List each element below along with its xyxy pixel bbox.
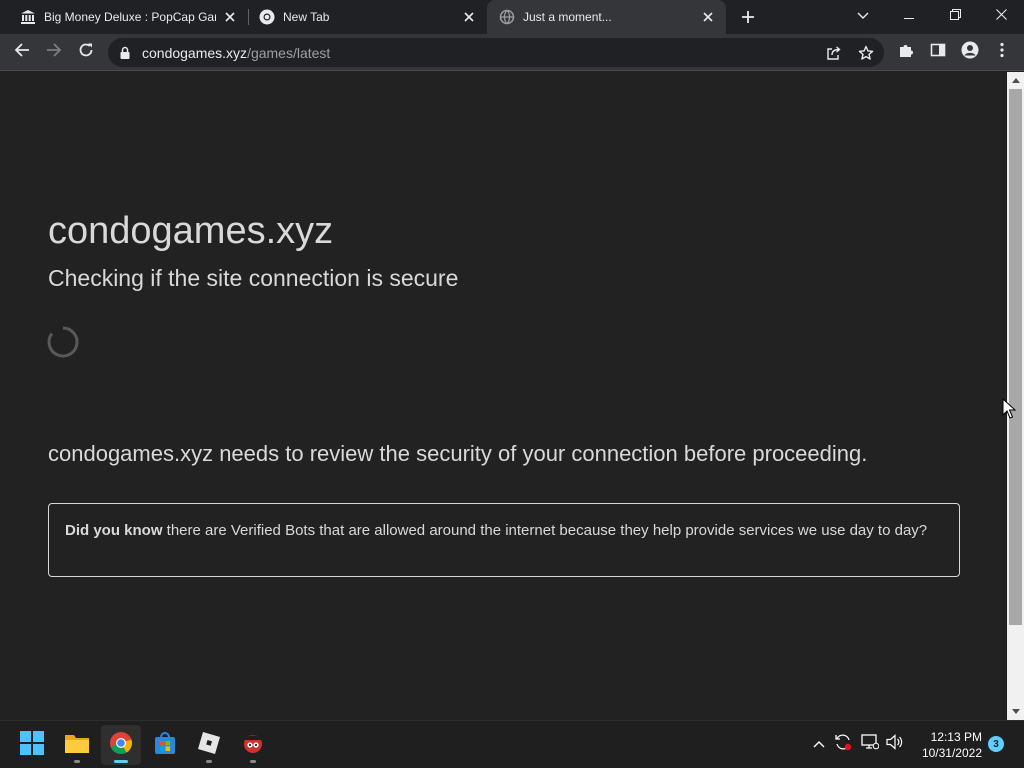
sync-status-button[interactable] bbox=[832, 733, 854, 755]
sync-alert-icon bbox=[834, 733, 852, 756]
tab-strip: Big Money Deluxe : PopCap Gam New Tab Ju… bbox=[0, 0, 1024, 34]
globe-icon bbox=[499, 9, 515, 25]
chrome-icon bbox=[109, 731, 133, 760]
extensions-button[interactable] bbox=[892, 38, 920, 66]
minimize-button[interactable] bbox=[886, 0, 932, 32]
microsoft-store-icon bbox=[153, 731, 177, 760]
reload-button[interactable] bbox=[72, 38, 100, 66]
restore-icon bbox=[949, 7, 961, 25]
scrollbar-thumb[interactable] bbox=[1009, 89, 1022, 625]
address-bar[interactable]: condogames.xyz/games/latest bbox=[108, 38, 884, 67]
share-icon[interactable] bbox=[823, 42, 845, 64]
windows-taskbar: 12:13 PM 10/31/2022 3 bbox=[0, 720, 1024, 768]
tab-close-icon[interactable] bbox=[461, 9, 477, 25]
roblox-icon bbox=[197, 731, 221, 760]
avatar-icon bbox=[961, 41, 979, 64]
taskbar-microsoft-store[interactable] bbox=[145, 725, 185, 765]
taskbar-clock[interactable]: 12:13 PM 10/31/2022 bbox=[912, 729, 982, 761]
scroll-down-arrow-icon[interactable] bbox=[1007, 703, 1024, 720]
did-you-know-label: Did you know bbox=[65, 522, 163, 539]
taskbar-chrome[interactable] bbox=[101, 725, 141, 765]
mouse-cursor-icon bbox=[1002, 398, 1016, 419]
running-indicator bbox=[206, 760, 212, 763]
scroll-up-arrow-icon[interactable] bbox=[1007, 72, 1024, 89]
running-indicator bbox=[74, 760, 80, 763]
page-subtitle: Checking if the site connection is secur… bbox=[48, 265, 459, 291]
running-indicator bbox=[114, 760, 128, 763]
tab-just-a-moment[interactable]: Just a moment... bbox=[487, 0, 726, 34]
taskbar-file-explorer[interactable] bbox=[57, 725, 97, 765]
network-button[interactable] bbox=[859, 733, 881, 755]
back-button[interactable] bbox=[8, 38, 36, 66]
side-panel-button[interactable] bbox=[924, 38, 952, 66]
profile-button[interactable] bbox=[956, 38, 984, 66]
vertical-scrollbar[interactable] bbox=[1007, 72, 1024, 720]
new-tab-button[interactable] bbox=[737, 6, 759, 28]
network-icon bbox=[861, 733, 880, 755]
volume-button[interactable] bbox=[884, 733, 906, 755]
page-viewport: condogames.xyz Checking if the site conn… bbox=[0, 72, 1007, 720]
loading-spinner-icon bbox=[47, 326, 79, 358]
url-text[interactable]: condogames.xyz/games/latest bbox=[142, 45, 330, 61]
notification-badge[interactable]: 3 bbox=[988, 736, 1004, 752]
chrome-icon bbox=[259, 9, 275, 25]
arrow-left-icon bbox=[14, 42, 30, 63]
tab-title: New Tab bbox=[283, 10, 330, 24]
restore-button[interactable] bbox=[932, 0, 978, 32]
tab-new-tab[interactable]: New Tab bbox=[239, 0, 487, 34]
tab-title: Big Money Deluxe : PopCap Gam bbox=[44, 10, 216, 24]
taskbar-game-app[interactable] bbox=[233, 725, 273, 765]
tab-title: Just a moment... bbox=[523, 10, 612, 24]
windows-start-icon bbox=[20, 730, 44, 760]
clock-time: 12:13 PM bbox=[930, 730, 982, 744]
speaker-icon bbox=[886, 733, 904, 755]
did-you-know-text: there are Verified Bots that are allowed… bbox=[162, 522, 928, 539]
bookmark-star-icon[interactable] bbox=[855, 42, 877, 64]
close-window-button[interactable] bbox=[978, 0, 1024, 32]
page-title: condogames.xyz bbox=[48, 210, 334, 252]
chevron-up-icon bbox=[813, 735, 825, 753]
close-icon bbox=[995, 7, 1007, 25]
file-explorer-icon bbox=[64, 732, 90, 759]
game-app-icon bbox=[241, 731, 265, 760]
chrome-menu-button[interactable] bbox=[988, 38, 1016, 66]
url-path: /games/latest bbox=[247, 45, 331, 61]
museum-icon bbox=[20, 9, 36, 25]
reload-icon bbox=[78, 42, 94, 63]
more-vert-icon bbox=[1000, 42, 1004, 63]
taskbar-roblox[interactable] bbox=[189, 725, 229, 765]
forward-button[interactable] bbox=[40, 38, 68, 66]
tab-close-icon[interactable] bbox=[222, 9, 238, 25]
tab-big-money[interactable]: Big Money Deluxe : PopCap Gam bbox=[0, 0, 248, 34]
arrow-right-icon bbox=[46, 42, 62, 63]
lock-icon[interactable] bbox=[120, 46, 130, 64]
did-you-know-box: Did you know there are Verified Bots tha… bbox=[48, 503, 960, 577]
show-hidden-icons-button[interactable] bbox=[808, 733, 830, 755]
puzzle-icon bbox=[898, 42, 914, 63]
security-review-text: condogames.xyz needs to review the secur… bbox=[48, 441, 868, 466]
chevron-down-icon bbox=[857, 7, 869, 25]
browser-toolbar: condogames.xyz/games/latest bbox=[0, 34, 1024, 71]
tab-close-icon[interactable] bbox=[700, 9, 716, 25]
minimize-icon bbox=[904, 7, 914, 25]
url-host: condogames.xyz bbox=[142, 45, 248, 61]
running-indicator bbox=[250, 760, 256, 763]
start-button[interactable] bbox=[12, 725, 52, 765]
tab-search-button[interactable] bbox=[840, 0, 886, 32]
clock-date: 10/31/2022 bbox=[921, 746, 982, 760]
side-panel-icon bbox=[930, 42, 946, 63]
